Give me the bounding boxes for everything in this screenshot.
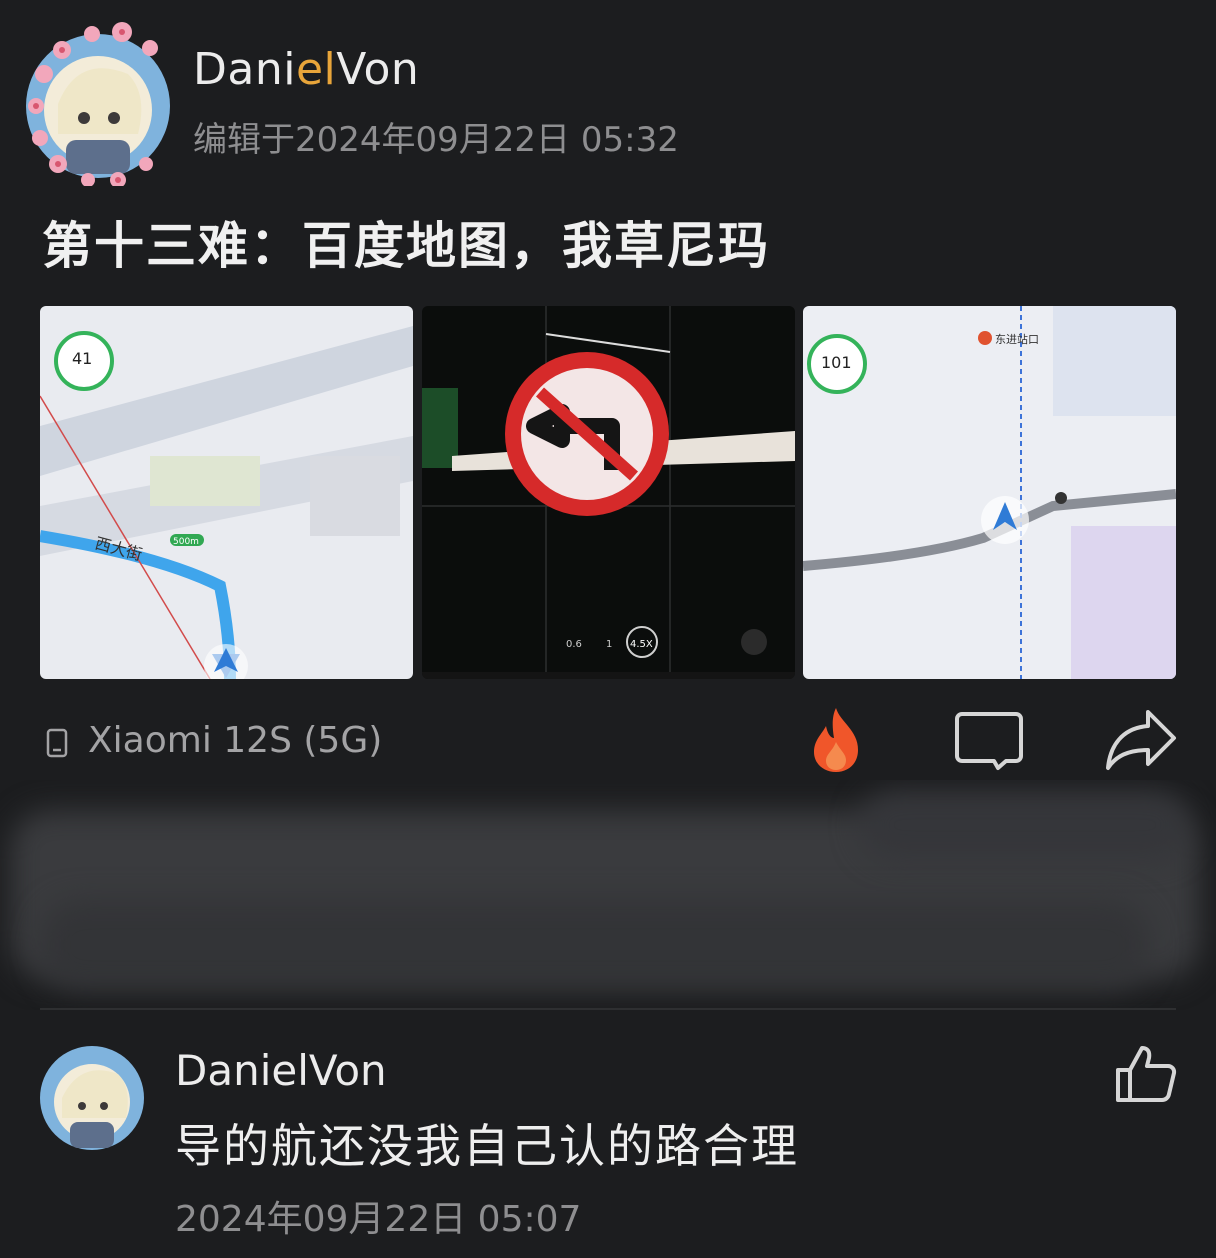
poi-label: 东进站口 [995,332,1039,346]
commenter-name[interactable]: DanielVon [175,1046,387,1095]
author-avatar[interactable] [18,14,170,188]
zoom-label: 4.5X [630,639,653,650]
author-name-part: Von [336,44,420,95]
author-name[interactable]: DanielVon [193,44,419,95]
speed-badge: 101 [821,353,852,372]
zoom-label: 1 [606,639,612,650]
author-name-part: Dani [193,44,296,95]
comment-icon[interactable] [954,710,1024,772]
comment-timestamp: 2024年09月22日 05:07 [175,1199,582,1240]
zoom-label: 0.6 [566,639,582,650]
fire-icon[interactable] [810,706,862,774]
post-image-1[interactable]: 41 500m 西大街 [40,306,413,679]
divider [40,1008,1176,1010]
author-name-highlight: el [295,44,337,95]
distance-badge: 500m [173,537,199,547]
speed-badge: 41 [72,349,92,368]
post-title: 第十三难：百度地图，我草尼玛 [42,217,770,275]
share-icon[interactable] [1104,706,1178,772]
device-label: Xiaomi 12S (5G) [88,720,383,761]
commenter-avatar[interactable] [40,1046,144,1150]
blurred-content [0,780,1216,1010]
comment-text: 导的航还没我自己认的路合理 [175,1119,799,1173]
post-image-3[interactable]: 101 东进站口 [803,306,1176,679]
edit-timestamp: 编辑于2024年09月22日 05:32 [193,120,679,160]
thumbs-up-icon[interactable] [1114,1044,1178,1104]
phone-icon [46,728,68,758]
post-image-2[interactable]: 0.6 1 4.5X [422,306,795,679]
